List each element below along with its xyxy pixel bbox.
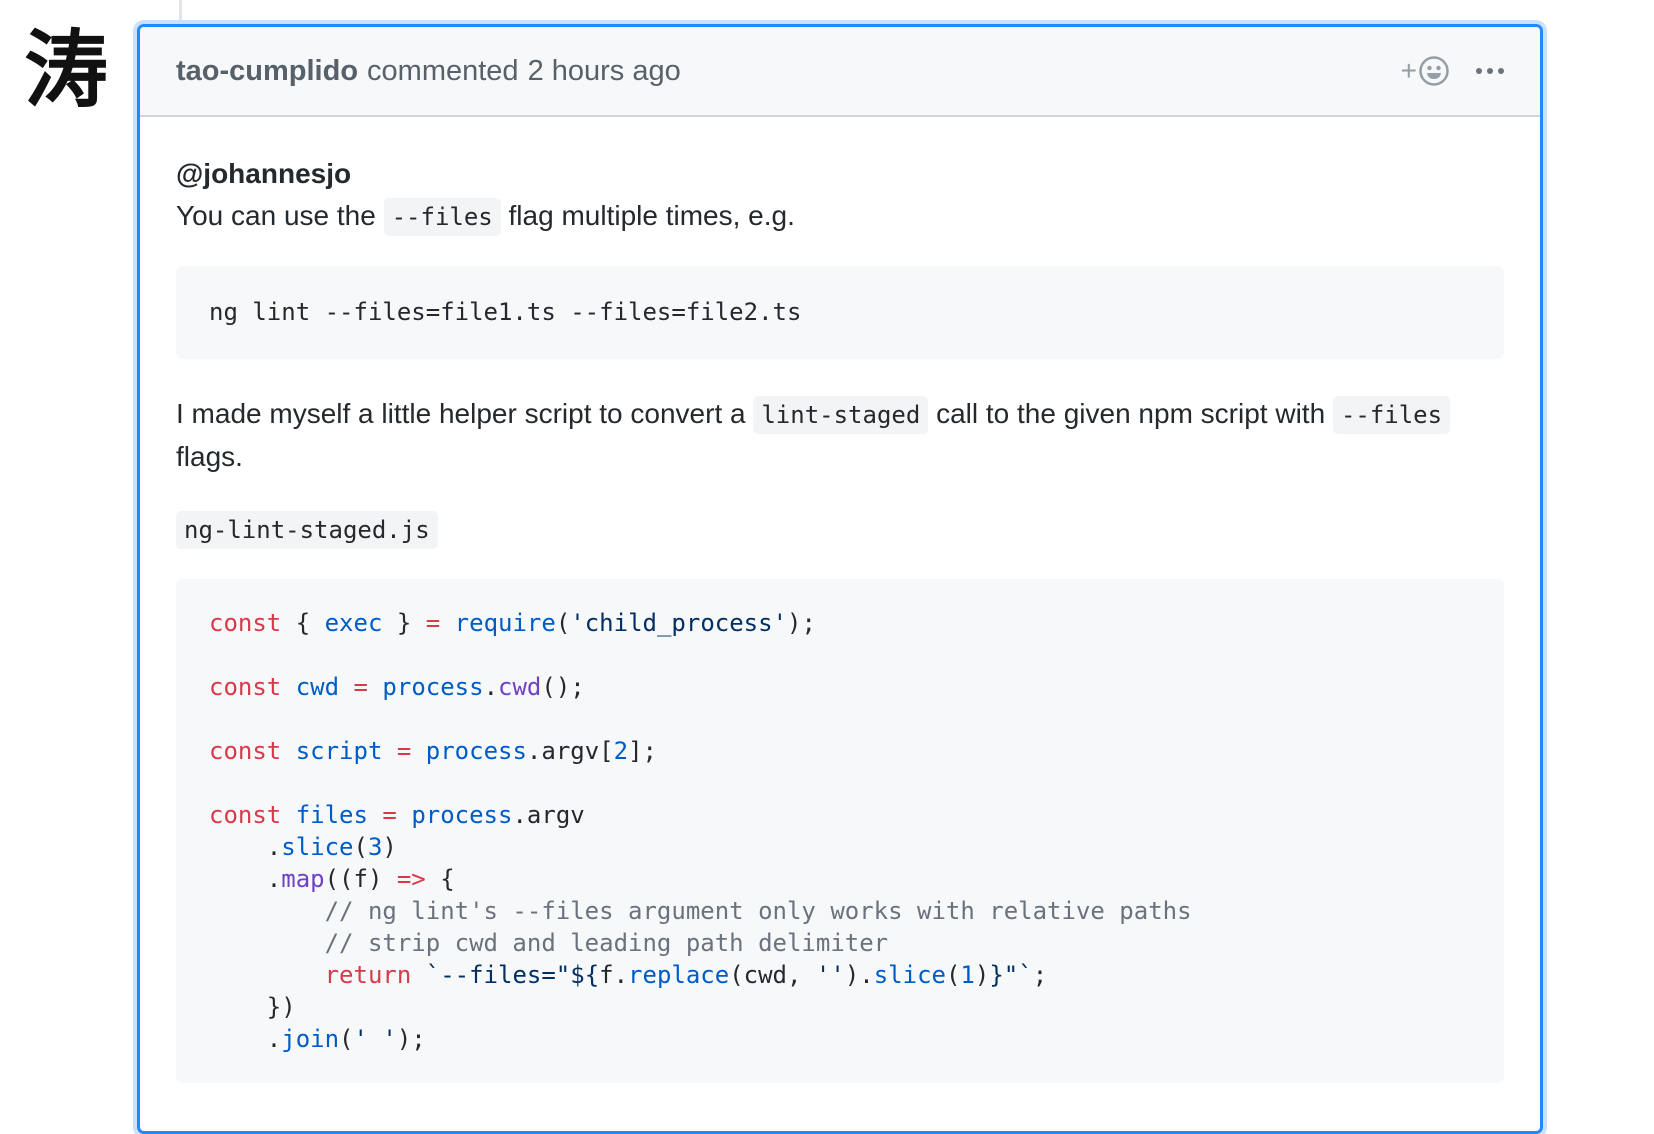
filename-line: ng-lint-staged.js bbox=[176, 508, 1504, 551]
comment-box: tao-cumplido commented 2 hours ago + @jo… bbox=[137, 24, 1543, 1134]
text: flags. bbox=[176, 441, 243, 472]
text: call to the given npm script with bbox=[928, 398, 1333, 429]
code-line-5: const script = process.argv[2]; bbox=[209, 737, 657, 765]
inline-code: --files bbox=[1332, 396, 1451, 434]
inline-code: --files bbox=[383, 198, 501, 236]
filename-code: ng-lint-staged.js bbox=[176, 511, 438, 549]
script-code-block: const { exec } = require('child_process'… bbox=[176, 579, 1504, 1083]
inline-code: lint-staged bbox=[753, 396, 929, 434]
text: You can use the bbox=[176, 200, 384, 231]
code-line-9: .map((f) => { bbox=[209, 865, 455, 893]
comment-timestamp[interactable]: 2 hours ago bbox=[528, 55, 681, 88]
code-line-3: const cwd = process.cwd(); bbox=[209, 673, 585, 701]
text: flag multiple times, e.g. bbox=[500, 200, 795, 231]
comment-header: tao-cumplido commented 2 hours ago + bbox=[140, 27, 1540, 117]
avatar[interactable]: 涛 bbox=[20, 22, 112, 118]
header-actions: + bbox=[1401, 27, 1504, 115]
code-line-8: .slice(3) bbox=[209, 833, 397, 861]
code-line-12: return `--files="${f.replace(cwd, '').sl… bbox=[324, 961, 1048, 989]
kebab-horizontal-icon[interactable] bbox=[1476, 68, 1504, 74]
paragraph-2: I made myself a little helper script to … bbox=[176, 393, 1504, 478]
code-line: ng lint --files=file1.ts --files=file2.t… bbox=[209, 298, 802, 326]
mention-line: @johannesjo bbox=[176, 153, 1504, 195]
command-code-block: ng lint --files=file1.ts --files=file2.t… bbox=[176, 266, 1504, 359]
timeline-line bbox=[179, 0, 182, 24]
text: I made myself a little helper script to … bbox=[176, 398, 754, 429]
add-reaction-button[interactable]: + bbox=[1401, 55, 1450, 87]
code-line-7: const files = process.argv bbox=[209, 801, 585, 829]
comment-body: @johannesjo You can use the --files flag… bbox=[140, 117, 1540, 1083]
code-line-1: const { exec } = require('child_process'… bbox=[209, 609, 816, 637]
comment-author[interactable]: tao-cumplido bbox=[176, 55, 358, 88]
code-line-10: // ng lint's --files argument only works… bbox=[209, 897, 1192, 925]
paragraph-1: You can use the --files flag multiple ti… bbox=[176, 195, 1504, 238]
code-line-14: .join(' '); bbox=[209, 1025, 426, 1053]
comment-action: commented bbox=[367, 54, 519, 87]
code-line-13: }) bbox=[209, 993, 296, 1021]
code-line-11: // strip cwd and leading path delimiter bbox=[209, 929, 889, 957]
plus-icon: + bbox=[1400, 55, 1417, 86]
smiley-icon bbox=[1419, 56, 1449, 86]
user-mention[interactable]: @johannesjo bbox=[176, 158, 351, 189]
